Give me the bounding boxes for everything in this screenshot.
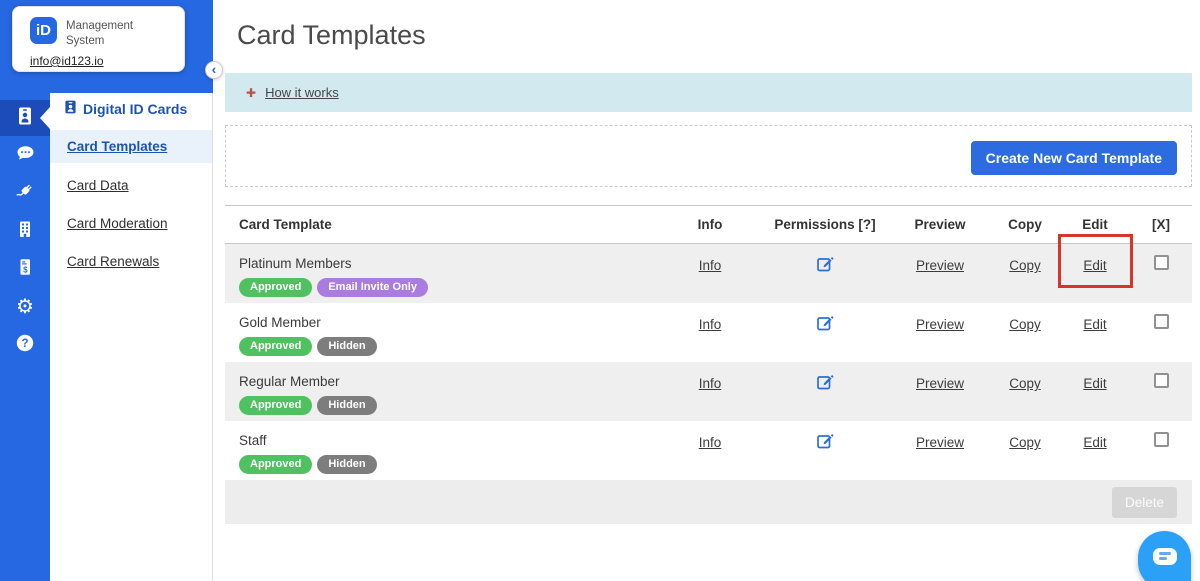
info-link[interactable]: Info [699,376,722,391]
copy-link[interactable]: Copy [1009,317,1041,332]
table-row: Regular Member Approved Hidden Info Prev… [225,362,1192,421]
create-template-panel: Create New Card Template [225,125,1192,187]
chat-bubble-icon [1153,548,1177,565]
row-checkbox[interactable] [1154,373,1169,388]
column-header-permissions: Permissions [?] [760,206,890,243]
table-header-row: Card Template Info Permissions [?] Previ… [225,205,1192,244]
table-row: Gold Member Approved Hidden Info Preview… [225,303,1192,362]
info-link[interactable]: Info [699,317,722,332]
row-checkbox[interactable] [1154,255,1169,270]
page: $ ⚙ ? Digital ID Cards Card Templates [0,0,1200,581]
mini-id-card-icon [64,100,77,117]
gear-icon: ⚙ [16,297,34,317]
svg-text:$: $ [23,265,28,274]
card-templates-table: Card Template Info Permissions [?] Previ… [225,205,1192,524]
preview-link[interactable]: Preview [916,376,964,391]
preview-link[interactable]: Preview [916,435,964,450]
logo-text: iD [36,22,51,39]
active-item-notch [40,107,50,129]
chat-bubble-icon [15,143,36,168]
status-badge: Approved [239,455,312,474]
sidebar-item-card-renewals[interactable]: Card Renewals [50,242,212,280]
edit-link[interactable]: Edit [1083,435,1106,450]
rail-item-organization[interactable] [0,212,50,250]
sidebar-heading-label: Digital ID Cards [83,101,187,117]
svg-text:?: ? [21,338,28,350]
column-header-select: [X] [1130,206,1192,243]
column-header-edit: Edit [1060,206,1130,243]
logo-card: iD Management System info@id123.io [12,6,185,72]
info-link[interactable]: Info [699,435,722,450]
main-content: Card Templates ✚ How it works Create New… [213,0,1200,581]
permissions-edit-icon[interactable] [816,373,834,396]
table-row: Platinum Members Approved Email Invite O… [225,244,1192,303]
status-badge: Approved [239,278,312,297]
template-name: Platinum Members [239,256,660,271]
template-name: Regular Member [239,374,660,389]
preview-link[interactable]: Preview [916,258,964,273]
building-icon [15,219,35,244]
edit-link[interactable]: Edit [1083,317,1106,332]
sidebar-item-label: Card Renewals [67,254,159,269]
status-badge: Approved [239,396,312,415]
chevron-left-icon: ‹ [212,62,217,76]
plus-cross-icon: ✚ [246,87,256,99]
table-row: Staff Approved Hidden Info Preview Copy … [225,421,1192,480]
status-badge: Hidden [317,396,376,415]
sidebar-item-label: Card Moderation [67,216,168,231]
rail-item-settings[interactable]: ⚙ [0,288,50,326]
help-icon: ? [15,333,35,358]
id-card-icon [15,106,35,131]
billing-document-icon: $ [15,257,35,282]
rail-item-billing[interactable]: $ [0,250,50,288]
copy-link[interactable]: Copy [1009,376,1041,391]
sidebar-item-label: Card Templates [67,139,167,154]
copy-link[interactable]: Copy [1009,258,1041,273]
delete-button[interactable]: Delete [1112,487,1177,518]
sidebar-item-card-templates[interactable]: Card Templates [50,130,212,163]
brand-name: Management System [66,17,133,49]
rail-item-integrations[interactable] [0,174,50,212]
rail-item-messages[interactable] [0,136,50,174]
sidebar-item-card-data[interactable]: Card Data [50,166,212,204]
permissions-edit-icon[interactable] [816,314,834,337]
copy-link[interactable]: Copy [1009,435,1041,450]
page-title: Card Templates [237,20,1192,51]
icon-rail: $ ⚙ ? [0,0,50,581]
sidebar-heading: Digital ID Cards [50,100,212,117]
create-new-card-template-button[interactable]: Create New Card Template [971,141,1177,175]
chat-launcher-button[interactable] [1138,531,1191,581]
status-badge: Email Invite Only [317,278,428,297]
preview-link[interactable]: Preview [916,317,964,332]
template-name: Staff [239,433,660,448]
status-badge: Approved [239,337,312,356]
sidebar-item-label: Card Data [67,178,129,193]
account-email-link[interactable]: info@id123.io [30,54,104,68]
permissions-edit-icon[interactable] [816,432,834,455]
rail-item-help[interactable]: ? [0,326,50,364]
how-it-works-bar: ✚ How it works [225,73,1192,112]
how-it-works-link[interactable]: How it works [265,85,339,100]
edit-link[interactable]: Edit [1083,258,1106,273]
column-header-card-template: Card Template [225,206,660,243]
plug-icon [15,181,35,206]
edit-link[interactable]: Edit [1083,376,1106,391]
sidebar-item-card-moderation[interactable]: Card Moderation [50,204,212,242]
column-header-preview: Preview [890,206,990,243]
permissions-edit-icon[interactable] [816,255,834,278]
column-header-info: Info [660,206,760,243]
row-checkbox[interactable] [1154,314,1169,329]
status-badge: Hidden [317,455,376,474]
column-header-copy: Copy [990,206,1060,243]
row-checkbox[interactable] [1154,432,1169,447]
status-badge: Hidden [317,337,376,356]
id123-logo: iD [30,17,57,44]
table-footer-row: Delete [225,480,1192,524]
info-link[interactable]: Info [699,258,722,273]
sidebar-collapse-button[interactable]: ‹ [205,61,223,79]
template-name: Gold Member [239,315,660,330]
